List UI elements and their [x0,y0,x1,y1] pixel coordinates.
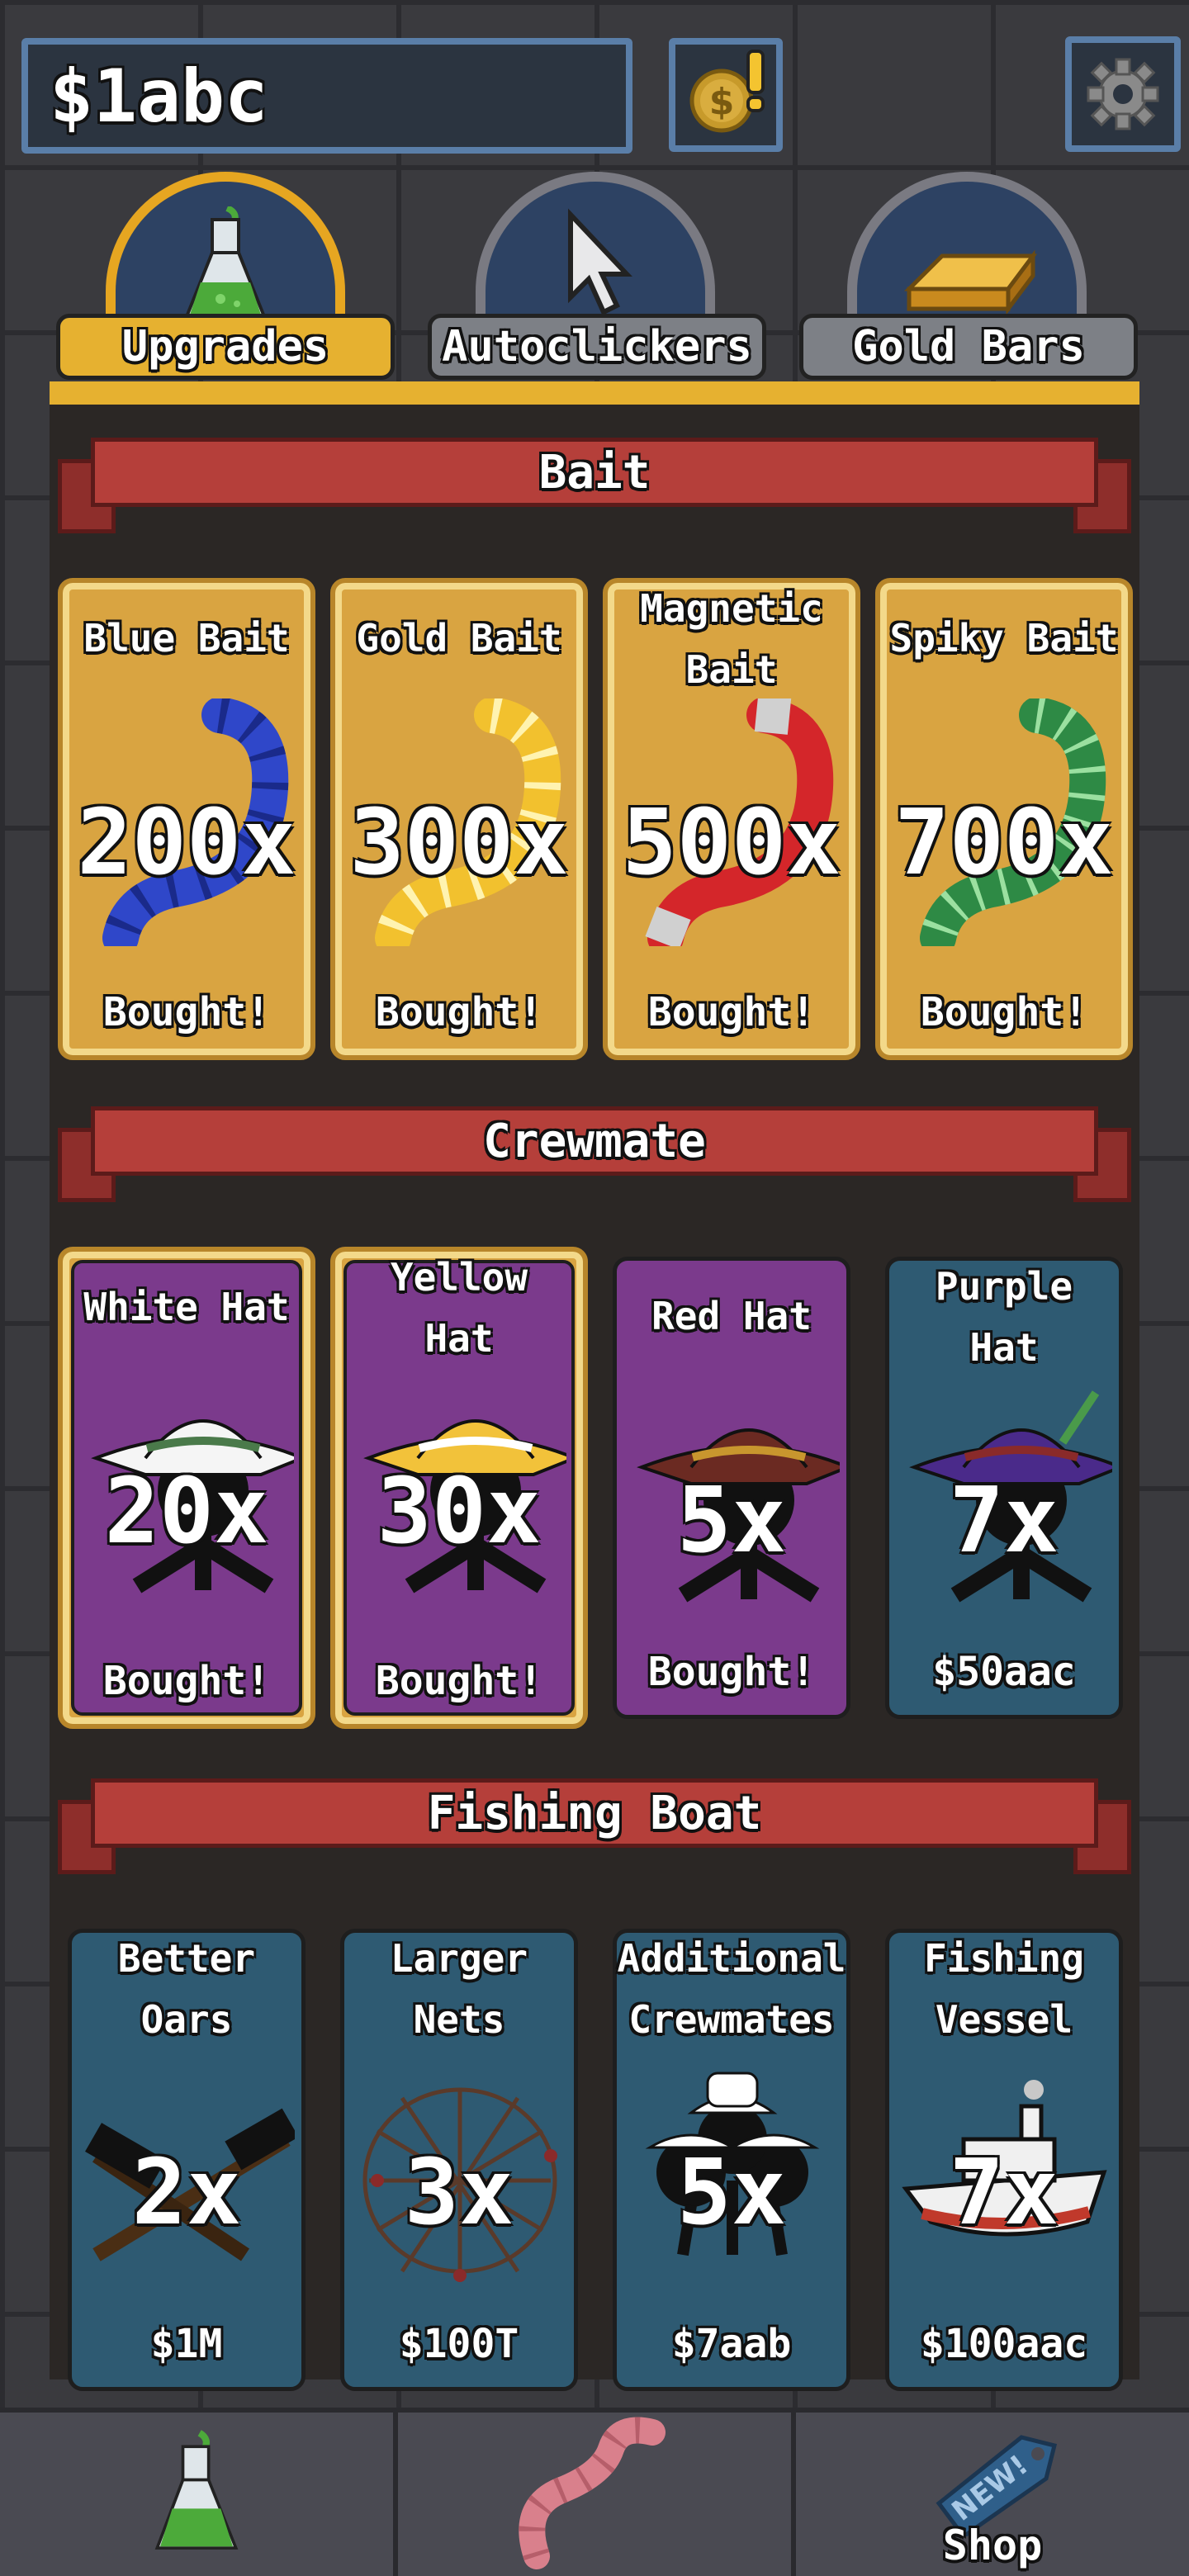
card-price: $100T [399,2321,519,2367]
offers-button[interactable]: $ [669,38,783,152]
card-title: Additional Crewmates [617,1936,846,2042]
card-multiplier: 30x [377,1458,542,1564]
upgrade-card-spiky-bait[interactable]: Spiky Bait 700x Bought! [875,578,1133,1060]
nav-shop[interactable]: NEW! Shop [796,2413,1189,2576]
card-title: Better Oars [117,1936,256,2042]
card-title: Spiky Bait [889,616,1119,661]
upgrade-card-blue-bait[interactable]: Blue Bait 200x Bought! [58,578,315,1060]
card-multiplier: 300x [349,789,569,895]
tab-upgrades-label: Upgrades [121,322,329,372]
section-banner-crewmate: Crewmate [58,1106,1131,1205]
money-display: $1abc [21,38,632,154]
card-status: Bought! [102,989,271,1035]
card-title: Red Hat [651,1294,812,1338]
card-title: White Hat [83,1285,290,1329]
tab-gold-bars[interactable]: Gold Bars [799,314,1138,380]
card-status: Bought! [375,1658,543,1704]
gold-bar-icon [903,249,1037,315]
card-status: Bought! [647,1649,816,1695]
potion-flask-icon [154,2430,239,2550]
upgrade-card-gold-bait[interactable]: Gold Bait 300x Bought! [330,578,588,1060]
card-multiplier: 5x [676,2139,787,2245]
section-title: Bait [538,445,651,500]
card-multiplier: 7x [949,2139,1059,2245]
money-amount: $1abc [50,53,268,139]
section-banner-fishing-boat: Fishing Boat [58,1778,1131,1878]
card-price: $7aab [671,2321,792,2367]
settings-button[interactable] [1065,36,1181,152]
section-banner-bait: Bait [58,438,1131,537]
section-title: Fishing Boat [427,1786,762,1840]
card-status: Bought! [647,989,816,1035]
card-multiplier: 7x [949,1467,1059,1573]
card-title: Magnetic Bait [640,586,823,692]
card-title: Yellow Hat [390,1255,528,1361]
upgrade-card-red-hat[interactable]: Red Hat 5x Bought! [613,1257,850,1719]
nav-upgrades[interactable] [0,2413,398,2576]
cursor-icon [568,208,632,316]
card-multiplier: 700x [894,789,1114,895]
card-status: Bought! [375,989,543,1035]
bottom-navigation: NEW! Shop [0,2408,1189,2576]
upgrade-card-better-oars[interactable]: Better Oars 2x $1M [68,1929,306,2391]
card-multiplier: 5x [676,1467,787,1573]
card-price: $100aac [920,2321,1088,2367]
upgrade-card-purple-hat[interactable]: Purple Hat 7x $50aac [885,1257,1123,1719]
card-title: Gold Bait [356,616,562,661]
card-price: $1M [150,2321,223,2367]
upgrade-card-fishing-vessel[interactable]: Fishing Vessel 7x $100aac [885,1929,1123,2391]
card-multiplier: 500x [622,789,841,895]
card-multiplier: 2x [131,2139,242,2245]
new-tag-icon: NEW! [936,2435,1058,2536]
card-multiplier: 20x [104,1458,269,1564]
card-status: Bought! [920,989,1088,1035]
upgrade-card-magnetic-bait[interactable]: Magnetic Bait 500x Bought! [603,578,860,1060]
section-title: Crewmate [483,1114,706,1168]
upgrade-card-yellow-hat[interactable]: Yellow Hat 30x Bought! [330,1247,588,1729]
gear-icon [1087,58,1159,130]
svg-text:$: $ [709,81,735,123]
upgrade-card-additional-crewmates[interactable]: Additional Crewmates 5x $7aab [613,1929,850,2391]
nav-shop-label: Shop [942,2522,1043,2569]
tab-autoclickers[interactable]: Autoclickers [428,314,766,380]
card-status: Bought! [102,1658,271,1704]
upgrades-panel: Bait Blue Bait 200x Bought! Gold Bait 30… [50,381,1139,2391]
tab-autoclickers-icon-bubble[interactable] [476,172,715,320]
upgrade-card-larger-nets[interactable]: Larger Nets 3x $100T [340,1929,578,2391]
dollar-coin-icon: $ [689,50,765,133]
card-title: Purple Hat [935,1264,1073,1370]
tab-autoclickers-label: Autoclickers [442,322,752,372]
potion-flask-icon [183,206,268,320]
tab-gold-bars-icon-bubble[interactable] [847,172,1087,320]
worm-icon [519,2417,666,2569]
card-title: Larger Nets [390,1936,528,2042]
upgrade-card-white-hat[interactable]: White Hat 20x Bought! [58,1247,315,1729]
card-multiplier: 200x [77,789,296,895]
card-multiplier: 3x [404,2139,514,2245]
tab-upgrades[interactable]: Upgrades [56,314,395,380]
card-title: Blue Bait [83,616,290,661]
nav-bait[interactable] [398,2413,796,2576]
card-title: Fishing Vessel [924,1936,1084,2042]
exclamation-icon [746,50,765,112]
tab-upgrades-icon-bubble[interactable] [106,172,345,320]
card-price: $50aac [932,1649,1076,1695]
tab-gold-bars-label: Gold Bars [852,322,1085,372]
